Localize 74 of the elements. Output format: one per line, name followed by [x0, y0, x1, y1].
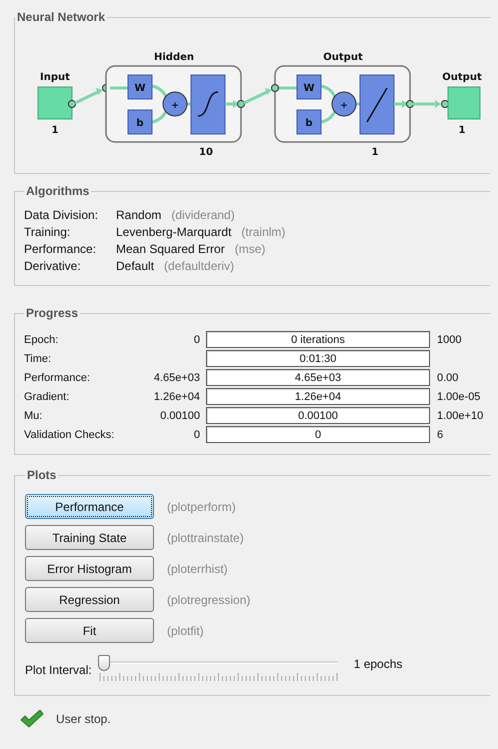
function-name: (ploterrhist) [167, 562, 228, 576]
field-label: Performance: [24, 242, 98, 256]
bias-block: b [296, 110, 322, 134]
progress-label: Time: [24, 352, 52, 364]
layer-label: Hidden [154, 52, 194, 63]
function-name: (plotperform) [167, 500, 236, 514]
function-name: (dividerand) [171, 208, 235, 222]
output-block [448, 86, 480, 120]
plot-button[interactable]: Performance [25, 494, 154, 519]
panel-title: Progress [25, 306, 80, 320]
panel-title: Plots [26, 468, 58, 482]
slider-thumb[interactable] [98, 655, 110, 671]
current-value: 0.00100 [298, 410, 338, 422]
progress-label: Epoch: [24, 334, 60, 346]
sum-node: + [162, 92, 188, 116]
plot-button[interactable]: Fit [25, 618, 154, 643]
sum-node: + [332, 92, 356, 116]
field-label: Data Division: [24, 208, 100, 222]
transfer-block [190, 74, 226, 134]
checkmark-icon [20, 710, 44, 728]
plot-button[interactable]: Regression [25, 587, 154, 612]
start-value: 1.26e+04 [154, 390, 200, 402]
interval-slider[interactable] [98, 655, 338, 681]
progress-label: Performance: [24, 372, 92, 384]
transfer-block [360, 74, 394, 134]
slider-label: Plot Interval: [25, 663, 92, 677]
current-value: 0 [314, 428, 322, 440]
start-value: 0.00100 [160, 410, 200, 422]
slider-reading: 1 epochs [354, 657, 402, 671]
progress-label: Validation Checks: [24, 428, 116, 440]
field-value: Levenberg-Marquardt [116, 225, 232, 239]
progress-label: Gradient: [24, 390, 70, 402]
function-name: (mse) [234, 242, 266, 256]
field-label: Derivative: [24, 259, 82, 273]
field-label: Training: [24, 225, 72, 239]
current-value: 0:01:30 [300, 352, 336, 364]
layer-size: 10 [199, 147, 213, 158]
progress-label: Mu: [24, 410, 44, 422]
output-label: Output [442, 72, 482, 83]
layer-size: 1 [372, 147, 378, 158]
end-value: 0.00 [437, 372, 458, 384]
function-name: (plottrainstate) [167, 530, 244, 544]
field-value: Mean Squared Error [116, 242, 225, 256]
panel-title: Algorithms [25, 184, 90, 198]
field-value: Random [116, 208, 162, 222]
current-value: 4.65e+03 [294, 372, 342, 384]
end-value: 1.00e-05 [437, 390, 480, 402]
connector-arrow [225, 84, 279, 108]
function-name: (plotregression) [167, 592, 250, 606]
input-block [38, 86, 72, 120]
connector-arrow [394, 100, 449, 108]
end-value: 6 [437, 428, 444, 440]
end-value: 1000 [437, 334, 462, 346]
weight-block: W [296, 74, 322, 100]
current-value: 0 iterations [291, 334, 345, 346]
start-value: 0 [194, 334, 200, 346]
plot-button[interactable]: Training State [25, 525, 154, 550]
input-label: Input [40, 72, 70, 83]
layer-label: Output [323, 52, 363, 63]
current-value: 1.26e+04 [294, 390, 342, 402]
start-value: 4.65e+03 [154, 372, 200, 384]
field-value: Default [116, 259, 154, 273]
start-value: 0 [194, 428, 200, 440]
plot-button[interactable]: Error Histogram [25, 556, 154, 581]
weight-block: W [128, 74, 152, 100]
panel-title: Neural Network [16, 10, 106, 24]
output-size: 1 [458, 125, 466, 136]
status-message: User stop. [56, 712, 111, 726]
function-name: (trainlm) [241, 225, 286, 239]
function-name: (defaultderiv) [164, 259, 234, 273]
bias-block: b [128, 110, 152, 134]
function-name: (plotfit) [167, 624, 204, 638]
input-size: 1 [52, 125, 58, 136]
end-value: 1.00e+10 [437, 410, 484, 422]
